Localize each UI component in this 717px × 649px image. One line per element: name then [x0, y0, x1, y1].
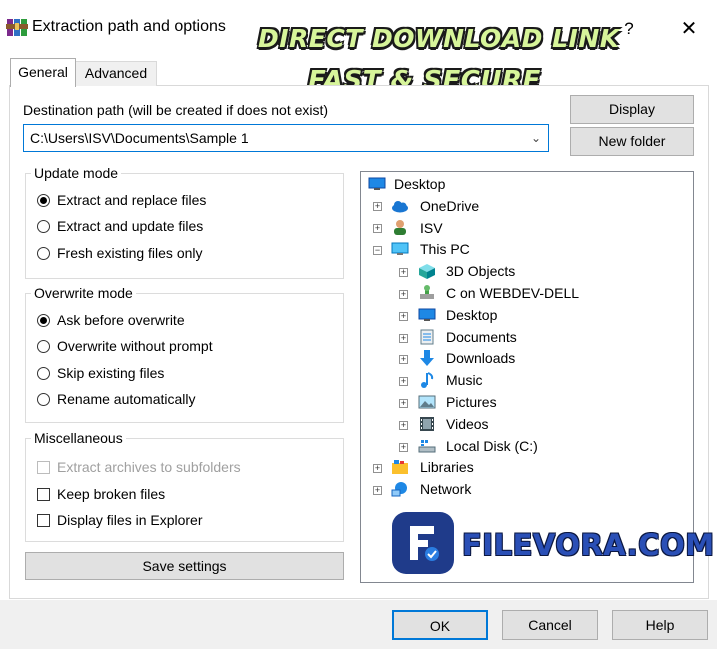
tree-node-downloads[interactable]: Downloads: [446, 350, 515, 366]
tree-node-music[interactable]: Music: [446, 372, 483, 388]
cancel-button[interactable]: Cancel: [502, 610, 598, 640]
collapse-icon[interactable]: −: [373, 246, 382, 255]
window-title: Extraction path and options: [32, 18, 226, 35]
tree-node-isv[interactable]: ISV: [420, 220, 443, 236]
radio-skip-existing[interactable]: [37, 367, 50, 380]
option-label[interactable]: Keep broken files: [57, 486, 165, 502]
display-button[interactable]: Display: [570, 95, 694, 124]
expand-icon[interactable]: +: [373, 486, 382, 495]
music-note-icon: [421, 372, 434, 388]
network-icon: [391, 482, 407, 497]
tree-node-3d-objects[interactable]: 3D Objects: [446, 263, 515, 279]
radio-fresh-existing[interactable]: [37, 247, 50, 260]
expand-icon[interactable]: +: [399, 443, 408, 452]
expand-icon[interactable]: +: [399, 421, 408, 430]
desktop-icon: [368, 177, 386, 190]
cloud-icon: [392, 201, 408, 213]
tree-node-this-pc[interactable]: This PC: [420, 241, 470, 257]
tree-node-pictures[interactable]: Pictures: [446, 394, 497, 410]
tree-node-local-disk[interactable]: Local Disk (C:): [446, 438, 538, 454]
save-settings-button[interactable]: Save settings: [25, 552, 344, 580]
miscellaneous-label: Miscellaneous: [31, 430, 126, 446]
watermark-headline: DIRECT DOWNLOAD LINK: [258, 24, 620, 53]
update-mode-label: Update mode: [31, 165, 122, 181]
dialog-footer: [0, 600, 717, 649]
expand-icon[interactable]: +: [399, 334, 408, 343]
help-button[interactable]: Help: [612, 610, 708, 640]
ok-button[interactable]: OK: [392, 610, 488, 640]
radio-ask-before[interactable]: [37, 314, 50, 327]
destination-path-label: Destination path (will be created if doe…: [23, 102, 329, 118]
overwrite-mode-label: Overwrite mode: [31, 285, 136, 301]
tree-node-videos[interactable]: Videos: [446, 416, 489, 432]
film-icon: [420, 417, 434, 431]
document-icon: [420, 329, 434, 345]
option-label[interactable]: Skip existing files: [57, 365, 164, 381]
radio-extract-replace[interactable]: [37, 194, 50, 207]
tree-node-desktop-root[interactable]: Desktop: [394, 176, 445, 192]
expand-icon[interactable]: +: [399, 290, 408, 299]
expand-icon[interactable]: +: [399, 355, 408, 364]
expand-icon[interactable]: +: [399, 377, 408, 386]
new-folder-button[interactable]: New folder: [570, 127, 694, 156]
download-arrow-icon: [420, 350, 434, 366]
expand-icon[interactable]: +: [373, 202, 382, 211]
expand-icon[interactable]: +: [399, 268, 408, 277]
tree-node-documents[interactable]: Documents: [446, 329, 517, 345]
picture-icon: [418, 395, 436, 409]
expand-icon[interactable]: +: [399, 399, 408, 408]
filevora-brand-text: FILEVORA.COM: [462, 528, 715, 562]
radio-rename-auto[interactable]: [37, 393, 50, 406]
winrar-app-icon: [6, 19, 28, 36]
computer-icon: [391, 242, 409, 255]
radio-overwrite-without[interactable]: [37, 340, 50, 353]
option-label: Extract archives to subfolders: [57, 459, 241, 475]
option-label[interactable]: Ask before overwrite: [57, 312, 185, 328]
expand-icon[interactable]: +: [399, 312, 408, 321]
chevron-down-icon[interactable]: ⌄: [527, 128, 545, 148]
tab-general[interactable]: General: [10, 58, 76, 87]
tree-node-desktop[interactable]: Desktop: [446, 307, 497, 323]
checkbox-display-explorer[interactable]: [37, 514, 50, 527]
desktop-icon: [418, 308, 436, 321]
tree-node-libraries[interactable]: Libraries: [420, 459, 474, 475]
user-icon: [394, 220, 406, 235]
library-icon: [392, 460, 408, 474]
destination-path-value[interactable]: C:\Users\ISV\Documents\Sample 1: [30, 130, 249, 146]
option-label[interactable]: Display files in Explorer: [57, 512, 203, 528]
radio-extract-update[interactable]: [37, 220, 50, 233]
expand-icon[interactable]: +: [373, 464, 382, 473]
tree-node-network[interactable]: Network: [420, 481, 471, 497]
tree-node-network-drive[interactable]: C on WEBDEV-DELL: [446, 285, 579, 301]
option-label[interactable]: Overwrite without prompt: [57, 338, 213, 354]
tree-node-onedrive[interactable]: OneDrive: [420, 198, 479, 214]
expand-icon[interactable]: +: [373, 224, 382, 233]
close-icon[interactable]: ✕: [672, 14, 706, 44]
network-drive-icon: [420, 285, 434, 299]
option-label[interactable]: Extract and replace files: [57, 192, 206, 208]
cube-icon: [419, 264, 435, 279]
option-label[interactable]: Extract and update files: [57, 218, 203, 234]
option-label[interactable]: Rename automatically: [57, 391, 196, 407]
checkbox-extract-subfolders: [37, 461, 50, 474]
tab-advanced[interactable]: Advanced: [75, 61, 157, 86]
disk-icon: [418, 440, 436, 453]
filevora-logo-icon: [392, 512, 454, 574]
checkbox-keep-broken[interactable]: [37, 488, 50, 501]
option-label[interactable]: Fresh existing files only: [57, 245, 203, 261]
